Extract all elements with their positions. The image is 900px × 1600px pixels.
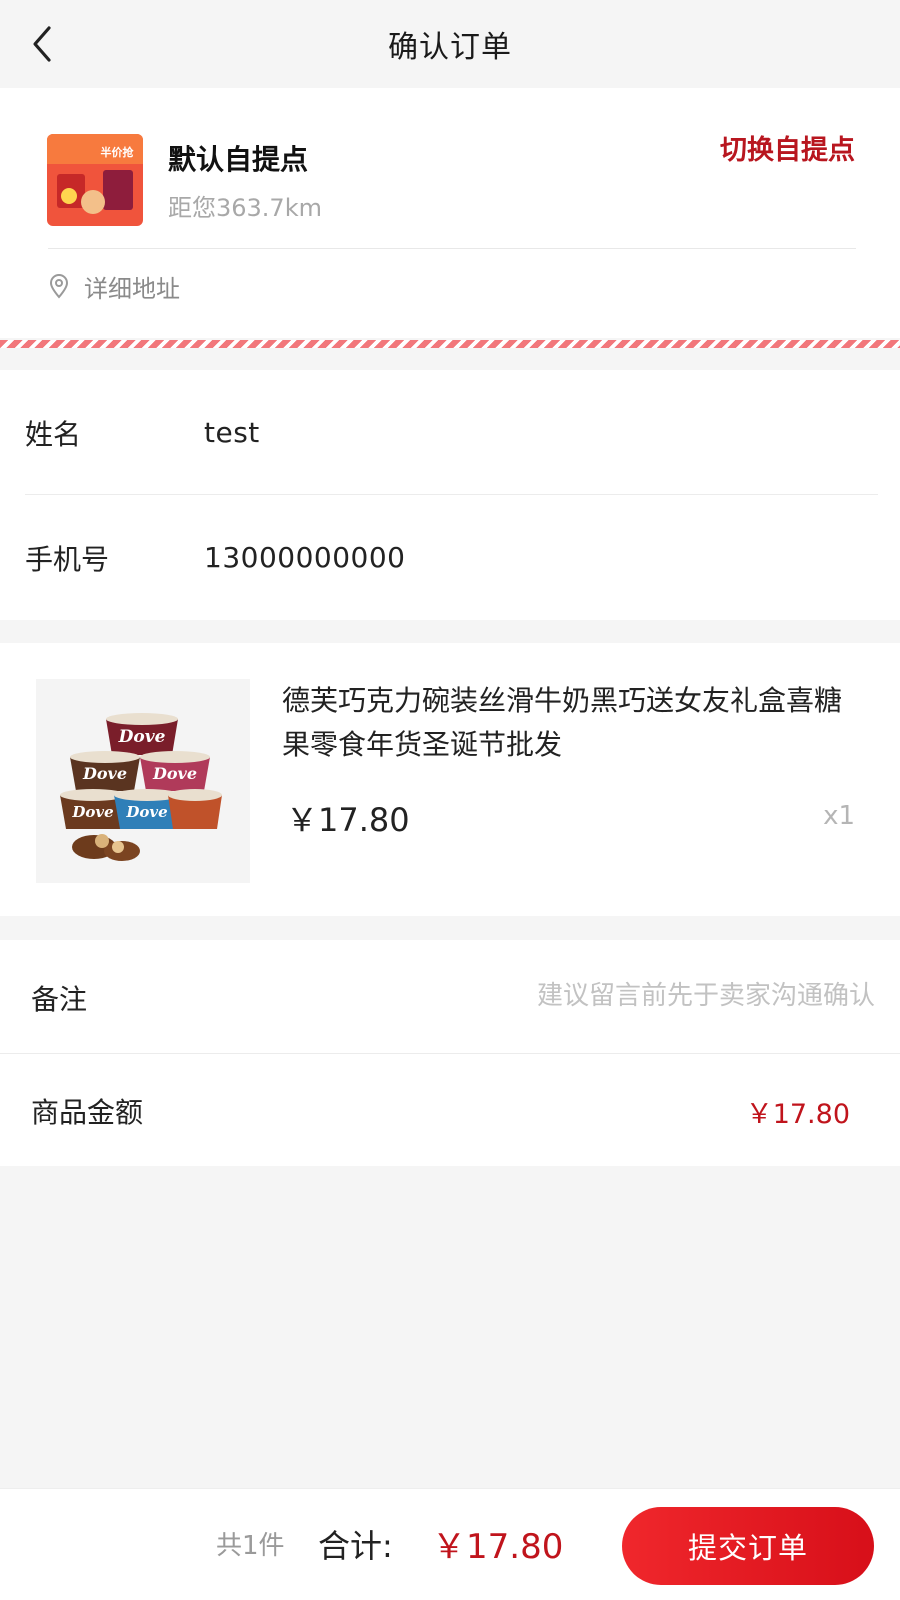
store-distance: 距您363.7km xyxy=(168,194,322,222)
svg-text:Dove: Dove xyxy=(118,727,166,747)
svg-text:Dove: Dove xyxy=(125,803,167,821)
back-button[interactable] xyxy=(22,24,62,64)
pickup-point-card: 半价抢 默认自提点 距您363.7km 切换自提点 详细地址 xyxy=(0,88,900,338)
amount-label: 商品金额 xyxy=(31,1096,144,1129)
decorative-stripe xyxy=(0,340,900,348)
svg-text:Dove: Dove xyxy=(152,764,197,783)
product-image[interactable]: Dove Dove Dove Dove Dove xyxy=(36,679,250,883)
svg-text:Dove: Dove xyxy=(71,803,113,821)
total-label: 合计: xyxy=(318,1527,393,1565)
name-label: 姓名 xyxy=(25,417,82,451)
name-row[interactable]: 姓名 test xyxy=(0,370,900,495)
amount-row: 商品金额 ￥17.80 xyxy=(0,1054,900,1166)
amount-value: ￥17.80 xyxy=(745,1099,850,1130)
page-title: 确认订单 xyxy=(388,30,512,65)
remark-label: 备注 xyxy=(31,983,88,1016)
svg-text:半价抢: 半价抢 xyxy=(101,145,135,159)
header-bar: 确认订单 xyxy=(0,0,900,88)
product-price: ￥17.80 xyxy=(286,801,410,839)
contact-form: 姓名 test 手机号 13000000000 xyxy=(0,370,900,620)
switch-pickup-link[interactable]: 切换自提点 xyxy=(720,128,855,167)
remark-card: 备注 商品金额 ￥17.80 xyxy=(0,940,900,1166)
product-quantity: x1 xyxy=(823,801,855,831)
store-name: 默认自提点 xyxy=(168,143,309,176)
location-pin-icon xyxy=(49,274,69,299)
chevron-left-icon xyxy=(33,26,51,62)
phone-value[interactable]: 13000000000 xyxy=(204,541,405,574)
address-label: 详细地址 xyxy=(84,274,180,303)
remark-input[interactable] xyxy=(300,968,875,1024)
item-count: 共1件 xyxy=(216,1531,285,1561)
product-card: Dove Dove Dove Dove Dove 德芙巧克力碗装丝滑牛奶黑巧送女… xyxy=(0,643,900,916)
name-value[interactable]: test xyxy=(204,416,260,449)
product-title[interactable]: 德芙巧克力碗装丝滑牛奶黑巧送女友礼盒喜糖果零食年货圣诞节批发 xyxy=(282,679,862,767)
store-thumbnail: 半价抢 xyxy=(47,134,143,226)
remark-row: 备注 xyxy=(0,940,900,1053)
divider xyxy=(48,248,856,249)
phone-label: 手机号 xyxy=(25,542,110,576)
address-row[interactable]: 详细地址 xyxy=(48,266,180,306)
svg-text:Dove: Dove xyxy=(82,764,127,783)
phone-row[interactable]: 手机号 13000000000 xyxy=(0,495,900,620)
checkout-bar: 共1件 合计: ￥17.80 提交订单 xyxy=(0,1488,900,1600)
submit-order-button[interactable]: 提交订单 xyxy=(622,1507,874,1585)
total-value: ￥17.80 xyxy=(432,1527,564,1567)
